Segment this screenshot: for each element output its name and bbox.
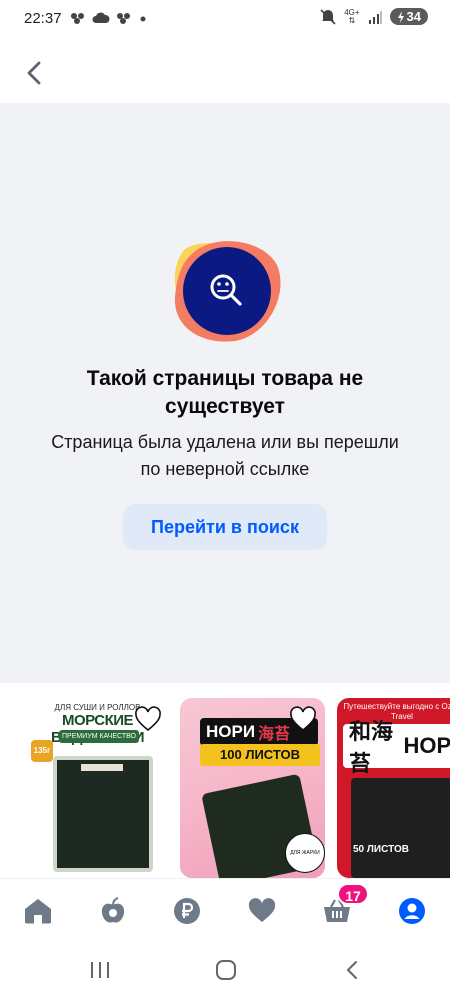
heart-icon (248, 898, 276, 922)
home-icon (25, 899, 51, 924)
back-button[interactable] (18, 57, 50, 89)
home-system-button[interactable] (208, 957, 244, 983)
signal-icon (368, 10, 382, 24)
status-time: 22:37 (24, 10, 62, 27)
product-image (53, 756, 153, 872)
product-card-title-tag: 和海苔 НОРИ (343, 719, 450, 776)
cloud-icon (92, 12, 110, 23)
product-card[interactable]: Путешествуйте выгодно с Ozon Travel 和海苔 … (337, 698, 450, 878)
nav-cart[interactable]: 17 (319, 883, 369, 929)
product-card[interactable]: НОРИ 海苔 100 ЛИСТОВ ДЛЯ ЖАРКИ (180, 698, 325, 878)
error-title: Такой страницы товара не существует (86, 367, 364, 418)
go-to-search-button[interactable]: Перейти в поиск (123, 504, 327, 550)
nav-fresh[interactable] (95, 893, 131, 929)
product-card-count: 50 ЛИСТОВ (353, 844, 409, 855)
product-card-title-prefix: 和海苔 (349, 719, 394, 776)
battery-charging-icon (397, 10, 404, 23)
status-right-icons: 4G+ ⇅ 34 (320, 8, 428, 25)
system-nav-bar (0, 940, 450, 1000)
bottom-nav: 17 (0, 878, 450, 941)
product-card-count: 100 ЛИСТОВ (200, 744, 320, 766)
nav-profile[interactable] (394, 893, 430, 929)
error-subtitle: Страница была удалена или вы перешли по … (51, 432, 399, 479)
apple-icon (101, 897, 125, 923)
search-face-icon (174, 241, 281, 342)
chevron-left-icon (27, 61, 41, 85)
dot-icon (140, 16, 146, 22)
error-section: Такой страницы товара не существует Стра… (0, 103, 450, 683)
battery-indicator: 34 (389, 8, 428, 25)
product-card-weight: 135г (31, 740, 53, 762)
ruble-icon (174, 898, 200, 924)
product-card-title: НОРИ (206, 722, 256, 741)
home-circle-icon (216, 960, 236, 980)
product-card-title-kanji: 海苔 (258, 726, 291, 743)
product-recommendations: ДЛЯ СУШИ И РОЛЛОВ МОРСКИЕ ВОДОРОСЛИ ПРЕМ… (0, 683, 450, 878)
product-image (351, 778, 450, 878)
nav-home[interactable] (20, 893, 56, 929)
back-system-button[interactable] (334, 957, 370, 983)
recents-button[interactable] (82, 957, 118, 983)
notification-dots-icon (71, 13, 84, 24)
status-left-icons (70, 12, 148, 24)
product-card-title: НОРИ (403, 733, 450, 758)
product-card[interactable]: ДЛЯ СУШИ И РОЛЛОВ МОРСКИЕ ВОДОРОСЛИ ПРЕМ… (25, 698, 170, 878)
cart-count-badge: 17 (337, 883, 369, 905)
battery-level: 34 (406, 9, 421, 24)
top-bar (0, 40, 450, 103)
notification-dots-icon (117, 13, 130, 24)
nav-favorites[interactable] (244, 893, 280, 929)
recents-icon (91, 962, 109, 978)
favorite-heart-icon[interactable] (134, 706, 162, 734)
back-icon (347, 961, 357, 979)
product-card-badge: ДЛЯ ЖАРКИ (285, 833, 325, 873)
profile-icon (399, 898, 425, 924)
status-bar: 22:37 4G+ ⇅ 34 (0, 0, 450, 40)
nav-finance[interactable] (169, 893, 205, 929)
mute-icon (320, 8, 336, 25)
product-card-subtitle: ПРЕМИУМ КАЧЕСТВО (59, 730, 139, 743)
network-indicator: 4G+ ⇅ (344, 7, 360, 25)
favorite-heart-icon[interactable] (289, 706, 317, 734)
